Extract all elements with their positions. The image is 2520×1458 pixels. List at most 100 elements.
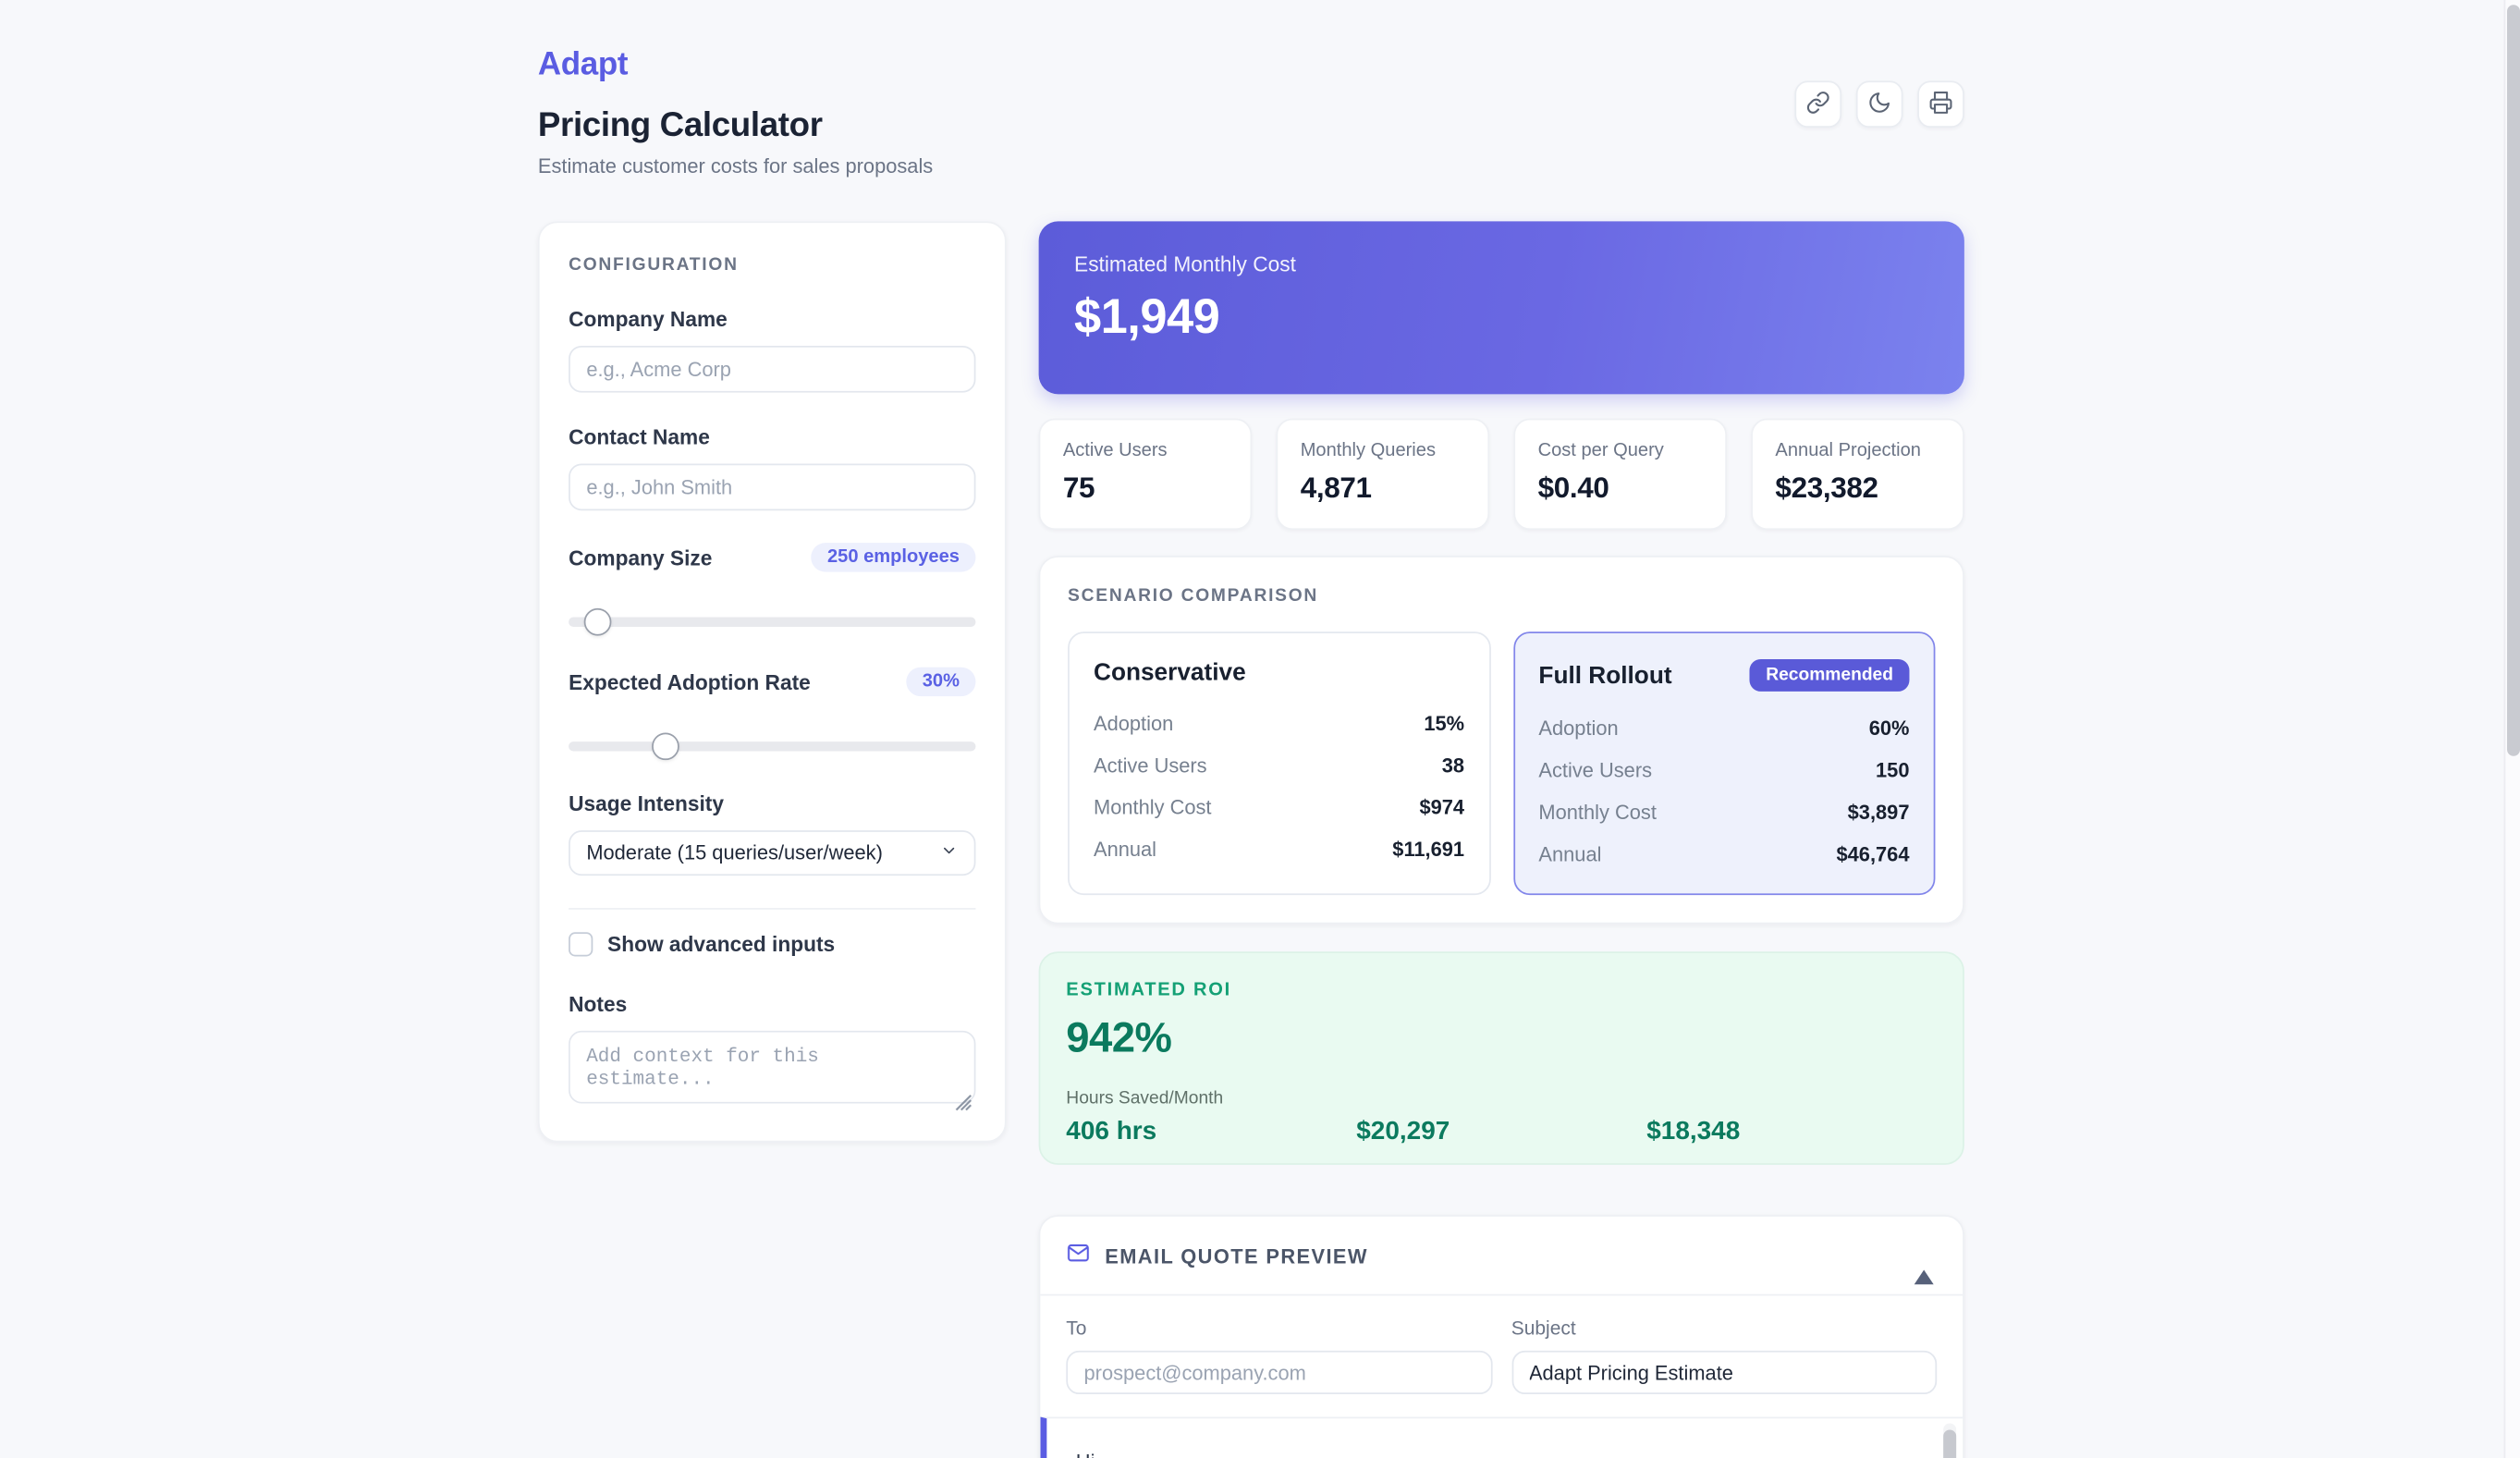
recommended-badge: Recommended — [1750, 659, 1910, 692]
stat-value: $23,382 — [1775, 472, 1939, 506]
slider-track[interactable] — [569, 741, 975, 750]
email-quote-preview-label: EMAIL QUOTE PREVIEW — [1105, 1245, 1368, 1268]
row-label: Active Users — [1094, 754, 1207, 777]
row-value: 38 — [1442, 754, 1464, 777]
email-body-preview[interactable]: Hi, — [1040, 1417, 1963, 1458]
row-value: 15% — [1424, 713, 1464, 735]
page-scrollbar[interactable] — [2504, 0, 2520, 1458]
email-body-first-line: Hi, — [1046, 1418, 1963, 1458]
contact-name-label: Contact Name — [569, 425, 975, 449]
row-label: Annual — [1094, 839, 1156, 861]
advanced-inputs-toggle[interactable]: Show advanced inputs — [569, 932, 975, 956]
row-value: $974 — [1419, 796, 1464, 818]
scenario-comparison-card: SCENARIO COMPARISON Conservative Adoptio… — [1039, 556, 1964, 924]
scenario-title: Conservative — [1094, 659, 1246, 687]
usage-intensity-select[interactable]: Moderate (15 queries/user/week) — [569, 830, 975, 876]
advanced-inputs-label: Show advanced inputs — [607, 932, 835, 956]
email-subject-label: Subject — [1511, 1317, 1937, 1339]
page-scrollbar-thumb[interactable] — [2507, 5, 2520, 756]
print-button[interactable] — [1917, 80, 1964, 128]
company-size-field-group: Company Size 250 employees — [569, 543, 975, 635]
roi-metric-value: $20,297 — [1356, 1118, 1646, 1146]
email-subject-input[interactable] — [1511, 1351, 1937, 1394]
stat-value: $0.40 — [1538, 472, 1703, 506]
usage-intensity-selected-value: Moderate (15 queries/user/week) — [586, 841, 883, 864]
usage-intensity-label: Usage Intensity — [569, 791, 975, 815]
page-header: Adapt Pricing Calculator Estimate custom… — [538, 47, 1964, 178]
estimated-monthly-cost-card: Estimated Monthly Cost $1,949 — [1039, 221, 1964, 394]
stat-card-active-users: Active Users 75 — [1039, 419, 1253, 531]
roi-metric: $18,348 — [1646, 1089, 1937, 1147]
roi-metric-label — [1646, 1089, 1937, 1110]
estimated-roi-value: 942% — [1066, 1013, 1937, 1063]
config-divider — [569, 908, 975, 910]
scenario-row: Monthly Cost $3,897 — [1538, 802, 1909, 824]
stat-label: Annual Projection — [1775, 441, 1939, 460]
page-title: Pricing Calculator — [538, 106, 1964, 145]
scenario-card-full-rollout[interactable]: Full Rollout Recommended Adoption 60% Ac… — [1512, 631, 1935, 895]
mail-icon — [1066, 1241, 1090, 1273]
notes-label: Notes — [569, 992, 975, 1016]
collapse-section-button[interactable] — [1911, 1242, 1937, 1272]
stat-label: Active Users — [1063, 441, 1228, 460]
company-name-input[interactable] — [569, 346, 975, 393]
moon-icon — [1867, 90, 1891, 118]
adoption-rate-label: Expected Adoption Rate — [569, 669, 811, 693]
contact-name-field-group: Contact Name — [569, 425, 975, 511]
notes-textarea[interactable] — [569, 1031, 975, 1104]
row-label: Adoption — [1538, 717, 1618, 740]
row-label: Annual — [1538, 843, 1601, 865]
row-label: Active Users — [1538, 759, 1652, 781]
roi-metric: $20,297 — [1356, 1089, 1646, 1147]
resize-handle-icon[interactable] — [955, 1091, 973, 1109]
scenario-comparison-label: SCENARIO COMPARISON — [1068, 586, 1935, 606]
contact-name-input[interactable] — [569, 464, 975, 511]
estimated-monthly-cost-value: $1,949 — [1074, 291, 1928, 346]
printer-icon — [1928, 90, 1952, 118]
email-to-input[interactable] — [1066, 1351, 1491, 1394]
estimated-roi-card: ESTIMATED ROI 942% Hours Saved/Month 406… — [1039, 951, 1964, 1165]
slider-track[interactable] — [569, 617, 975, 626]
header-actions — [1794, 80, 1963, 128]
stat-label: Monthly Queries — [1301, 441, 1465, 460]
scenario-row: Monthly Cost $974 — [1094, 796, 1464, 818]
stat-label: Cost per Query — [1538, 441, 1703, 460]
roi-metric-value: 406 hrs — [1066, 1118, 1356, 1146]
copy-link-button[interactable] — [1794, 80, 1841, 128]
usage-intensity-field-group: Usage Intensity Moderate (15 queries/use… — [569, 791, 975, 876]
adoption-rate-slider-thumb[interactable] — [653, 732, 680, 760]
results-column: Estimated Monthly Cost $1,949 Active Use… — [1039, 221, 1964, 1458]
scenario-row: Active Users 38 — [1094, 754, 1464, 777]
scenario-title: Full Rollout — [1538, 662, 1671, 690]
company-name-label: Company Name — [569, 307, 975, 331]
stat-card-annual-projection: Annual Projection $23,382 — [1751, 419, 1964, 531]
scenario-row: Annual $46,764 — [1538, 843, 1909, 865]
company-name-field-group: Company Name — [569, 307, 975, 393]
company-size-slider-thumb[interactable] — [583, 607, 611, 635]
advanced-inputs-checkbox[interactable] — [569, 932, 593, 956]
email-quote-preview-card: EMAIL QUOTE PREVIEW To Subject — [1039, 1215, 1964, 1458]
configuration-section-label: CONFIGURATION — [569, 255, 975, 275]
link-icon — [1806, 90, 1830, 118]
scenario-card-conservative[interactable]: Conservative Adoption 15% Active Users 3… — [1068, 631, 1490, 895]
email-body-scrollbar[interactable] — [1943, 1423, 1956, 1458]
row-value: 60% — [1869, 717, 1910, 740]
row-label: Monthly Cost — [1094, 796, 1211, 818]
adoption-rate-slider[interactable] — [569, 732, 975, 760]
company-size-label: Company Size — [569, 545, 712, 570]
chevron-down-icon — [940, 839, 958, 867]
email-body-scrollbar-thumb[interactable] — [1943, 1429, 1956, 1458]
scenario-row: Annual $11,691 — [1094, 839, 1464, 861]
configuration-panel: CONFIGURATION Company Name Contact Name … — [538, 221, 1007, 1142]
company-size-slider[interactable] — [569, 607, 975, 635]
row-value: $11,691 — [1392, 839, 1464, 861]
adoption-rate-field-group: Expected Adoption Rate 30% — [569, 668, 975, 760]
roi-metric-hours-saved: Hours Saved/Month 406 hrs — [1066, 1089, 1356, 1147]
triangle-up-icon — [1914, 1244, 1934, 1283]
adoption-rate-badge: 30% — [906, 668, 975, 696]
email-to-field-group: To — [1066, 1317, 1491, 1394]
dark-mode-button[interactable] — [1856, 80, 1903, 128]
stat-value: 75 — [1063, 472, 1228, 506]
stat-card-cost-per-query: Cost per Query $0.40 — [1513, 419, 1727, 531]
scenario-row: Adoption 60% — [1538, 717, 1909, 740]
